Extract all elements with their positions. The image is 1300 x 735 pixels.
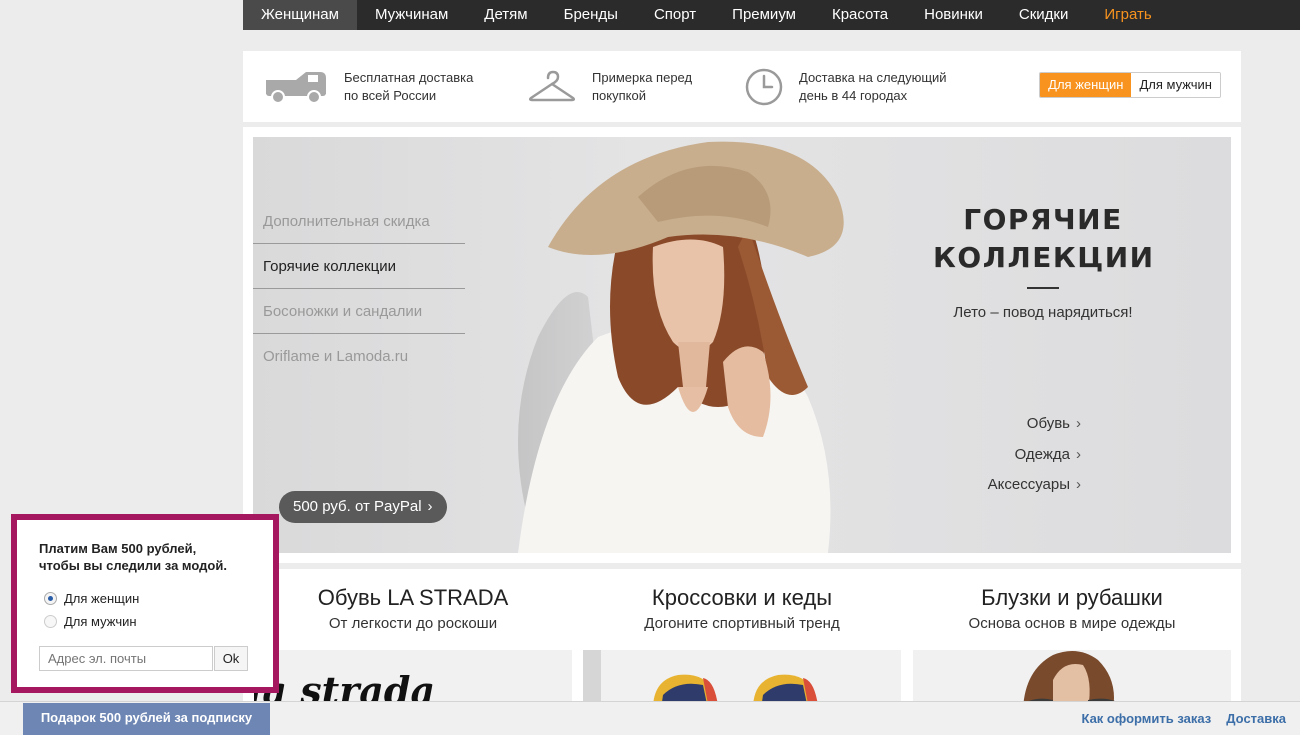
gender-women-button[interactable]: Для женщин: [1040, 73, 1132, 97]
chevron-right-icon: ›: [1076, 476, 1081, 493]
promo-title: Блузки и рубашки: [981, 585, 1163, 610]
nav-item-premium[interactable]: Премиум: [714, 0, 814, 30]
clock-icon: [745, 68, 783, 106]
nav-item-beauty[interactable]: Красота: [814, 0, 906, 30]
popup-title: Платим Вам 500 рублей, чтобы вы следили …: [39, 541, 227, 573]
nav-item-men[interactable]: Мужчинам: [357, 0, 466, 30]
hero-links: Обувь › Одежда › Аксессуары ›: [988, 412, 1081, 504]
side-menu-item-oriflame[interactable]: Oriflame и Lamoda.ru: [253, 334, 465, 379]
top-navigation: Женщинам Мужчинам Детям Бренды Спорт Пре…: [243, 0, 1300, 30]
promo-card-sneakers[interactable]: Кроссовки и кеды Догоните спортивный тре…: [583, 569, 901, 709]
promo-subtitle: От легкости до роскоши: [328, 615, 498, 632]
hero-link-shoes[interactable]: Обувь ›: [988, 412, 1081, 443]
radio-option-men[interactable]: Для мужчин: [44, 614, 137, 629]
hero-title: ГОРЯЧИЕ КОЛЛЕКЦИИ: [933, 201, 1153, 277]
promo-card-la-strada[interactable]: Обувь LA STRADA От легкости до роскоши l…: [254, 569, 572, 709]
side-menu-item-hot-collections[interactable]: Горячие коллекции: [253, 244, 465, 289]
promo-title: Обувь LA STRADA: [317, 585, 509, 610]
benefit-free-delivery: Бесплатная доставка по всей России: [264, 51, 473, 122]
radio-label: Для мужчин: [64, 614, 137, 629]
nav-item-play[interactable]: Играть: [1086, 0, 1169, 30]
nav-item-brands[interactable]: Бренды: [546, 0, 636, 30]
radio-button[interactable]: [44, 592, 57, 605]
bottom-links: Как оформить заказ Доставка: [1066, 711, 1286, 726]
hero-link-clothes[interactable]: Одежда ›: [988, 443, 1081, 474]
truck-icon: [264, 70, 328, 104]
promo-subtitle: Основа основ в мире одежды: [968, 615, 1176, 632]
promo-card-blouses[interactable]: Блузки и рубашки Основа основ в мире оде…: [913, 569, 1231, 709]
gift-subscription-tab[interactable]: Подарок 500 рублей за подписку: [23, 703, 270, 735]
nav-item-women[interactable]: Женщинам: [243, 0, 357, 30]
benefit-next-day: Доставка на следующий день в 44 городах: [745, 51, 947, 122]
hero-model-image: [478, 137, 878, 553]
chevron-right-icon: ›: [1076, 415, 1081, 432]
chevron-right-icon: ›: [427, 498, 433, 515]
side-menu-item-sandals[interactable]: Босоножки и сандалии: [253, 289, 465, 334]
hero-side-menu: Дополнительная скидка Горячие коллекции …: [253, 199, 465, 379]
promo-cards: Обувь LA STRADA От легкости до роскоши l…: [243, 569, 1241, 709]
hero-subtitle: Лето – повод нарядиться!: [953, 304, 1133, 321]
delivery-link[interactable]: Доставка: [1226, 711, 1286, 726]
benefit-fitting: Примерка перед покупкой: [528, 51, 692, 122]
gender-switch: Для женщин Для мужчин: [1039, 72, 1221, 98]
nav-item-kids[interactable]: Детям: [466, 0, 545, 30]
paypal-promo-button[interactable]: 500 руб. от PayPal ›: [279, 491, 447, 523]
subscribe-popup: Платим Вам 500 рублей, чтобы вы следили …: [11, 514, 279, 693]
nav-item-sport[interactable]: Спорт: [636, 0, 714, 30]
radio-option-women[interactable]: Для женщин: [44, 591, 139, 606]
side-menu-item-extra-discount[interactable]: Дополнительная скидка: [253, 199, 465, 244]
benefit-text: Бесплатная доставка по всей России: [344, 69, 474, 103]
nav-item-new[interactable]: Новинки: [906, 0, 1001, 30]
hero-section: Дополнительная скидка Горячие коллекции …: [243, 127, 1241, 563]
email-input[interactable]: [39, 646, 213, 671]
gender-men-button[interactable]: Для мужчин: [1131, 73, 1220, 97]
nav-item-sale[interactable]: Скидки: [1001, 0, 1086, 30]
chevron-right-icon: ›: [1076, 445, 1081, 463]
hanger-icon: [528, 70, 576, 104]
benefit-text: Примерка перед покупкой: [592, 69, 693, 103]
promo-subtitle: Догоните спортивный тренд: [644, 615, 840, 632]
hero-banner[interactable]: Дополнительная скидка Горячие коллекции …: [253, 137, 1231, 553]
radio-button[interactable]: [44, 615, 57, 628]
benefits-bar: Бесплатная доставка по всей России Приме…: [243, 51, 1241, 122]
hero-title-line2: КОЛЛЕКЦИИ: [933, 241, 1155, 274]
how-to-order-link[interactable]: Как оформить заказ: [1081, 711, 1211, 726]
ok-button[interactable]: Ok: [214, 646, 248, 671]
hero-divider: [1027, 287, 1059, 289]
promo-title: Кроссовки и кеды: [651, 585, 833, 610]
benefit-text: Доставка на следующий день в 44 городах: [799, 69, 947, 103]
hero-link-accessories[interactable]: Аксессуары ›: [988, 473, 1081, 504]
radio-label: Для женщин: [64, 591, 140, 606]
hero-title-line1: ГОРЯЧИЕ: [963, 203, 1123, 236]
